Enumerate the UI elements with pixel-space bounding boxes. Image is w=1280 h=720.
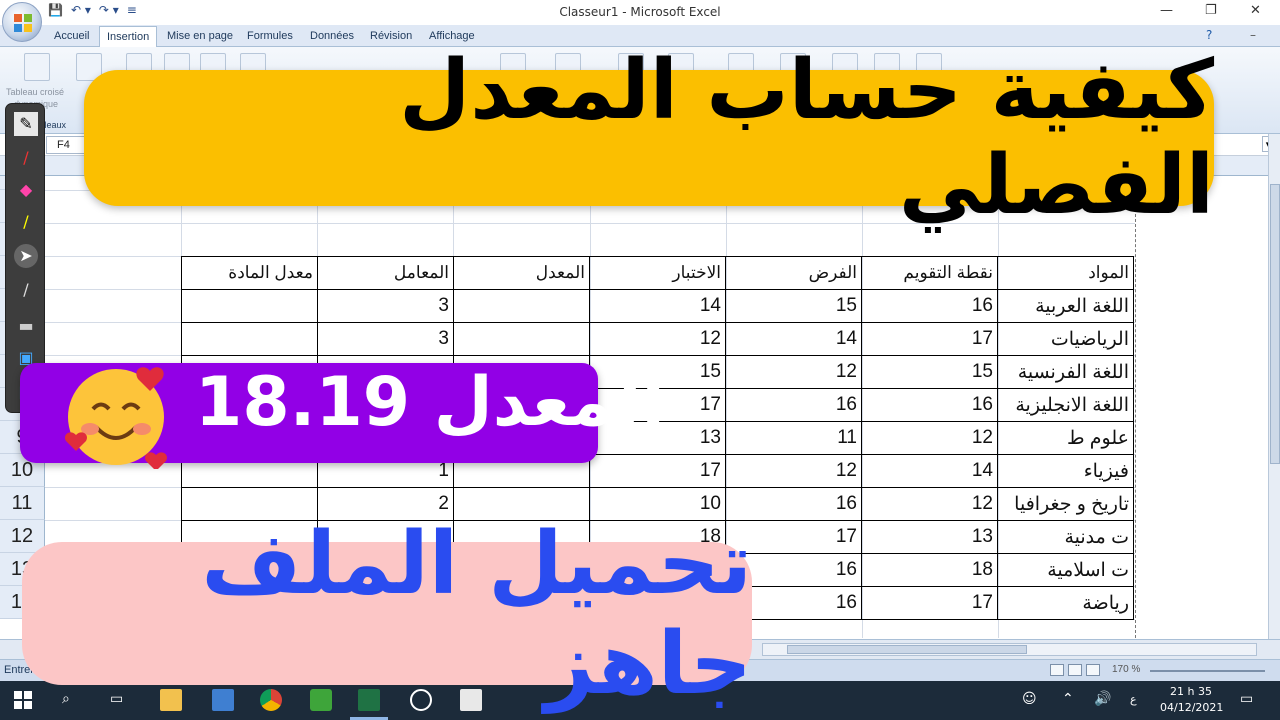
scrollbar-thumb[interactable] xyxy=(787,645,1027,654)
tab-revision[interactable]: Révision xyxy=(370,30,412,42)
cell-subject[interactable]: الرياضيات xyxy=(997,322,1134,356)
pivot-table-icon[interactable] xyxy=(24,53,50,81)
page-layout-view-icon[interactable] xyxy=(1068,664,1082,676)
line-tool-icon[interactable]: ▬ xyxy=(14,314,38,338)
header-evaluation[interactable]: نقطة التقويم xyxy=(861,256,998,290)
cell-eval[interactable]: 13 xyxy=(861,520,998,554)
whiteboard-icon[interactable]: ✎ xyxy=(14,112,38,136)
cell-coef[interactable]: 3 xyxy=(317,289,454,323)
zoom-level[interactable]: 170 % xyxy=(1112,664,1140,675)
cell-subject[interactable]: علوم ط xyxy=(997,421,1134,455)
cursor-icon[interactable]: ➤ xyxy=(14,244,38,268)
clock-time[interactable]: 21 h 35 xyxy=(1170,685,1212,698)
download-banner-text: تحميل الملف جاهز xyxy=(201,513,752,714)
clock-date[interactable]: 04/12/2021 xyxy=(1160,701,1223,714)
header-moyenne[interactable]: المعدل xyxy=(453,256,590,290)
zoom-slider[interactable] xyxy=(1150,670,1265,672)
table-header-row: معدل المادة المعامل المعدل الاختبار الفر… xyxy=(181,256,1134,290)
cell-subject[interactable]: اللغة العربية xyxy=(997,289,1134,323)
cell-eval[interactable]: 17 xyxy=(861,586,998,620)
page-break-line xyxy=(1135,204,1136,638)
vertical-scrollbar[interactable] xyxy=(1268,134,1280,639)
tab-mise-en-page[interactable]: Mise en page xyxy=(167,30,233,42)
download-banner: تحميل الملف جاهز xyxy=(22,514,752,714)
cell-subject[interactable]: تاريخ و جغرافيا xyxy=(997,487,1134,521)
pen-icon[interactable]: / xyxy=(14,146,38,170)
header-coefficient[interactable]: المعامل xyxy=(317,256,454,290)
group-label-pivot: Tableau croisé xyxy=(6,87,65,97)
cell-devoir[interactable]: 12 xyxy=(725,454,862,488)
title-banner: كيفية حساب المعدل الفصلي xyxy=(84,43,1214,233)
cell-subject[interactable]: ت مدنية xyxy=(997,520,1134,554)
title-banner-text: كيفية حساب المعدل الفصلي xyxy=(399,43,1214,233)
header-devoir[interactable]: الفرض xyxy=(725,256,862,290)
table-row: 3 12 14 17 الرياضيات xyxy=(181,322,1134,356)
restore-icon[interactable]: ❐ xyxy=(1205,3,1217,18)
eraser-icon[interactable]: ◆ xyxy=(14,178,38,202)
cell-eval[interactable]: 16 xyxy=(861,388,998,422)
page-break-view-icon[interactable] xyxy=(1086,664,1100,676)
smiling-face-with-hearts-icon xyxy=(65,367,167,469)
header-examen[interactable]: الاختبار xyxy=(589,256,726,290)
minimize-icon[interactable]: — xyxy=(1160,3,1173,18)
cell-eval[interactable]: 12 xyxy=(861,421,998,455)
cell-devoir[interactable]: 16 xyxy=(725,388,862,422)
cell-coef[interactable]: 3 xyxy=(317,322,454,356)
office-logo-icon xyxy=(14,14,32,32)
ribbon-minimize-icon[interactable]: – xyxy=(1250,28,1256,42)
horizontal-scrollbar[interactable] xyxy=(762,643,1257,656)
cell-eval[interactable]: 18 xyxy=(861,553,998,587)
header-matieres[interactable]: المواد xyxy=(997,256,1134,290)
cell-subject[interactable]: اللغة الانجليزية xyxy=(997,388,1134,422)
cell-eval[interactable]: 16 xyxy=(861,289,998,323)
cell-eval[interactable]: 14 xyxy=(861,454,998,488)
language-indicator[interactable]: ع xyxy=(1130,693,1137,706)
cell-exam[interactable]: 12 xyxy=(589,322,726,356)
cell-moyenne[interactable] xyxy=(453,289,590,323)
cell-devoir[interactable]: 11 xyxy=(725,421,862,455)
title-bar: 💾 ↶ ▾ ↷ ▾ ≡ Classeur1 - Microsoft Excel … xyxy=(0,0,1280,25)
people-icon[interactable]: ☺ xyxy=(1022,691,1037,707)
office-button[interactable] xyxy=(2,2,42,42)
highlighter-icon[interactable]: / xyxy=(14,210,38,234)
cell-eval[interactable]: 17 xyxy=(861,322,998,356)
table-row: 3 14 15 16 اللغة العربية xyxy=(181,289,1134,323)
cell-moy-mat[interactable] xyxy=(181,289,318,323)
cell-subject[interactable]: فيزياء xyxy=(997,454,1134,488)
cell-eval[interactable]: 15 xyxy=(861,355,998,389)
brush-icon[interactable]: / xyxy=(14,278,38,302)
cell-eval[interactable]: 12 xyxy=(861,487,998,521)
cell-devoir[interactable]: 14 xyxy=(725,322,862,356)
scrollbar-thumb[interactable] xyxy=(1270,184,1280,464)
cell-devoir[interactable]: 12 xyxy=(725,355,862,389)
help-icon[interactable]: ? xyxy=(1206,28,1212,42)
cell-moyenne[interactable] xyxy=(453,322,590,356)
header-moyenne-matiere[interactable]: معدل المادة xyxy=(181,256,318,290)
tab-affichage[interactable]: Affichage xyxy=(429,30,475,42)
tab-donnees[interactable]: Données xyxy=(310,30,354,42)
cell-subject[interactable]: ت اسلامية xyxy=(997,553,1134,587)
tab-formules[interactable]: Formules xyxy=(247,30,293,42)
average-banner: المعدل 18.19 xyxy=(20,363,665,469)
cell-devoir[interactable]: 15 xyxy=(725,289,862,323)
tab-accueil[interactable]: Accueil xyxy=(54,30,89,42)
close-icon[interactable]: ✕ xyxy=(1250,3,1261,18)
normal-view-icon[interactable] xyxy=(1050,664,1064,676)
notifications-icon[interactable]: ▭ xyxy=(1240,691,1253,707)
cell-subject[interactable]: اللغة الفرنسية xyxy=(997,355,1134,389)
average-text: المعدل 18.19 xyxy=(195,363,665,442)
tray-chevron-icon[interactable]: ⌃ xyxy=(1062,691,1074,707)
cell-subject[interactable]: رياضة xyxy=(997,586,1134,620)
cell-exam[interactable]: 14 xyxy=(589,289,726,323)
window-title: Classeur1 - Microsoft Excel xyxy=(559,5,721,19)
volume-icon[interactable]: 🔊 xyxy=(1094,691,1111,707)
cell-moy-mat[interactable] xyxy=(181,322,318,356)
